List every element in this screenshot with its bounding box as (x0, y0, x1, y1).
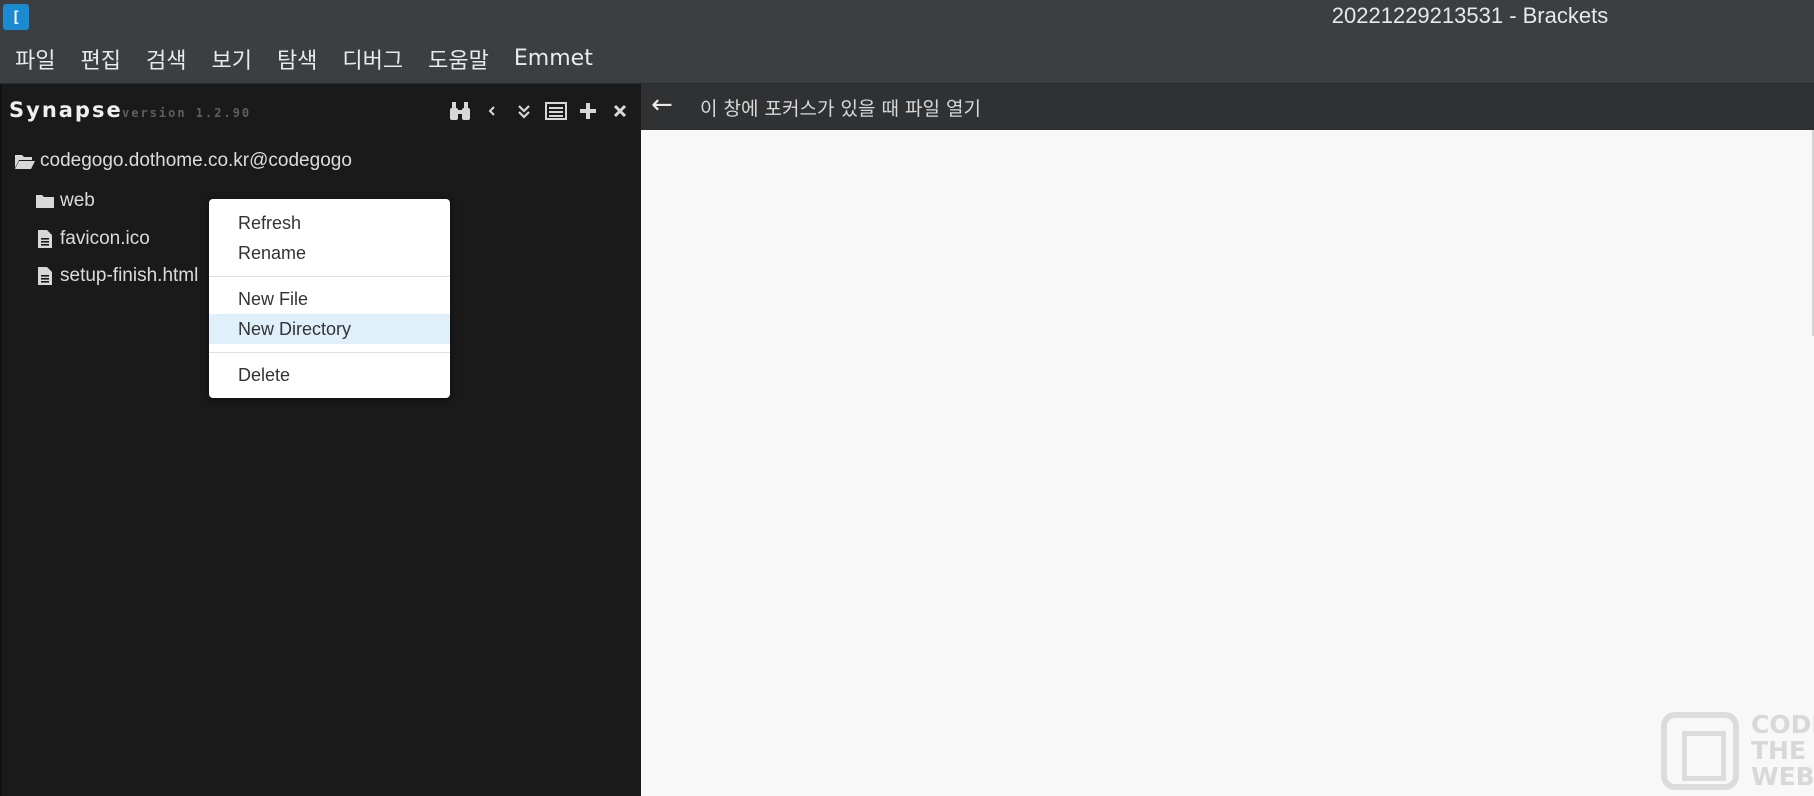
title-bar: [ ] 20221229213531 - Brackets (0, 0, 1814, 52)
menu-divider (209, 276, 450, 277)
menu-emmet[interactable]: Emmet (505, 46, 602, 71)
tree-item-label: favicon.ico (60, 228, 150, 249)
tree-item-setup-finish[interactable]: setup-finish.html (34, 261, 198, 291)
chevron-left-icon[interactable] (481, 98, 503, 124)
open-folder-icon (14, 150, 36, 172)
tree-item-label: web (60, 190, 95, 211)
binoculars-icon[interactable] (449, 98, 471, 124)
back-arrow-icon[interactable]: ← (651, 90, 673, 120)
tree-root-label: codegogo.dothome.co.kr@codegogo (40, 150, 352, 171)
tree-item-favicon[interactable]: favicon.ico (34, 224, 150, 254)
context-menu: Refresh Rename New File New Directory De… (209, 199, 450, 398)
menu-item-delete[interactable]: Delete (209, 360, 450, 390)
code-the-web-watermark: CODE THE WEB (1651, 710, 1814, 796)
double-chevron-down-icon[interactable] (513, 98, 535, 124)
menu-help[interactable]: 도움말 (419, 43, 498, 75)
synapse-sidebar: Synapse version 1.2.90 codegogo.dothome.… (0, 84, 641, 796)
menu-item-new-file[interactable]: New File (209, 284, 450, 314)
menu-bar: 파일 편집 검색 보기 탐색 디버그 도움말 Emmet (0, 34, 1814, 84)
window-title: 20221229213531 - Brackets (1331, 3, 1609, 28)
menu-file[interactable]: 파일 (6, 43, 64, 75)
close-icon[interactable] (609, 98, 631, 124)
editor-area[interactable]: CODE THE WEB (641, 130, 1814, 796)
synapse-version: version 1.2.90 (122, 106, 252, 120)
editor-hint: 이 창에 포커스가 있을 때 파일 열기 (700, 98, 981, 120)
menu-item-new-directory[interactable]: New Directory (209, 314, 450, 344)
menu-divider (209, 352, 450, 353)
tree-root-server[interactable]: codegogo.dothome.co.kr@codegogo (14, 146, 352, 176)
tree-item-label: setup-finish.html (60, 265, 199, 286)
file-icon (34, 265, 56, 287)
plus-icon[interactable] (577, 98, 599, 124)
menu-navigate[interactable]: 탐색 (268, 43, 326, 75)
folder-icon (34, 190, 56, 212)
file-icon (34, 228, 56, 250)
menu-view[interactable]: 보기 (202, 43, 260, 75)
list-icon[interactable] (545, 98, 567, 124)
menu-item-refresh[interactable]: Refresh (209, 208, 450, 238)
synapse-header: Synapse version 1.2.90 (2, 84, 643, 140)
tree-item-web[interactable]: web (34, 186, 95, 216)
menu-debug[interactable]: 디버그 (333, 43, 412, 75)
synapse-toolbar (449, 98, 631, 124)
watermark-text: CODE THE WEB (1751, 710, 1814, 791)
menu-edit[interactable]: 편집 (71, 43, 129, 75)
synapse-title: Synapse (9, 98, 123, 122)
brackets-logo-icon (1661, 712, 1739, 790)
brackets-app-icon[interactable]: [ ] (3, 4, 29, 52)
menu-find[interactable]: 검색 (137, 43, 195, 75)
menu-item-rename[interactable]: Rename (209, 238, 450, 268)
editor-header: ← 이 창에 포커스가 있을 때 파일 열기 (641, 84, 1814, 130)
